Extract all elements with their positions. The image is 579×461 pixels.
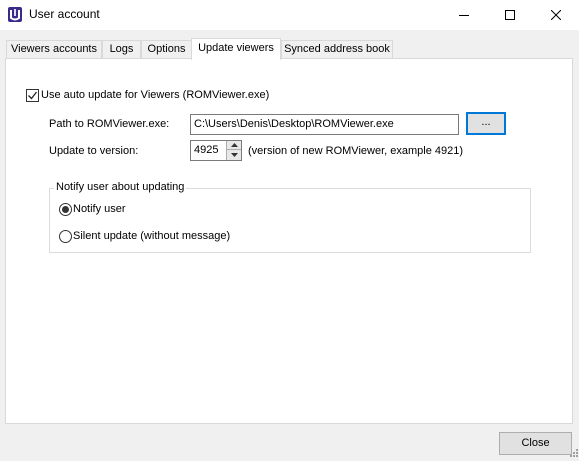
- silent-update-radio[interactable]: [59, 230, 72, 243]
- title-bar: User account: [0, 0, 579, 30]
- browse-button[interactable]: ...: [466, 112, 506, 135]
- radio-selected-dot: [62, 206, 69, 213]
- auto-update-checkbox[interactable]: [26, 89, 39, 102]
- resize-grip-icon[interactable]: [568, 447, 578, 460]
- app-logo-icon: [7, 6, 23, 23]
- checkmark-icon: [28, 91, 38, 100]
- spinner-arrows[interactable]: [226, 141, 241, 160]
- notify-user-radio[interactable]: [59, 203, 72, 216]
- tab-update-viewers[interactable]: Update viewers: [191, 38, 281, 60]
- tab-logs[interactable]: Logs: [102, 40, 141, 59]
- close-button[interactable]: Close: [499, 432, 572, 455]
- spinner-up-button[interactable]: [227, 141, 241, 150]
- tab-options[interactable]: Options: [141, 40, 192, 59]
- version-spinner[interactable]: 4925: [190, 140, 242, 161]
- close-window-button[interactable]: [533, 0, 579, 30]
- close-icon: [551, 10, 561, 20]
- update-viewers-panel: Use auto update for Viewers (ROMViewer.e…: [5, 58, 573, 424]
- spinner-down-button[interactable]: [227, 150, 241, 160]
- caret-up-icon: [230, 143, 238, 147]
- tab-synced-address-book[interactable]: Synced address book: [281, 40, 393, 59]
- maximize-icon: [505, 10, 515, 20]
- tab-viewers-accounts[interactable]: Viewers accounts: [6, 40, 102, 59]
- silent-update-label[interactable]: Silent update (without message): [73, 230, 230, 242]
- version-value[interactable]: 4925: [194, 141, 218, 160]
- path-label: Path to ROMViewer.exe:: [49, 118, 170, 130]
- notify-groupbox: [49, 188, 531, 253]
- notify-user-label[interactable]: Notify user: [73, 203, 126, 215]
- auto-update-label[interactable]: Use auto update for Viewers (ROMViewer.e…: [41, 89, 269, 101]
- minimize-icon: [459, 15, 469, 16]
- minimize-button[interactable]: [441, 0, 487, 30]
- notify-group-title: Notify user about updating: [54, 181, 187, 193]
- version-label: Update to version:: [49, 145, 139, 157]
- window-title: User account: [29, 7, 100, 21]
- caret-down-icon: [230, 153, 238, 157]
- maximize-button[interactable]: [487, 0, 533, 30]
- version-hint: (version of new ROMViewer, example 4921): [248, 145, 464, 157]
- path-input[interactable]: C:\Users\Denis\Desktop\ROMViewer.exe: [190, 114, 459, 135]
